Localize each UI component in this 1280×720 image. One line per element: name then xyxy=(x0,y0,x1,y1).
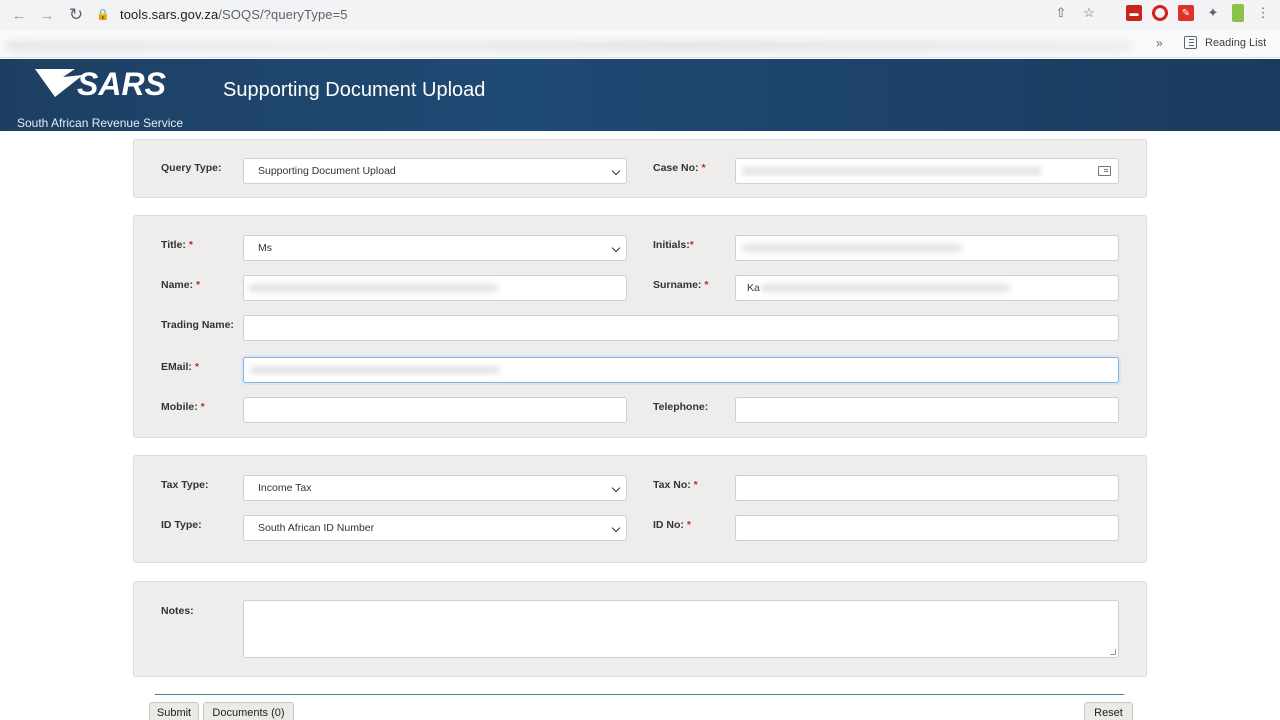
resize-handle-icon[interactable] xyxy=(1110,649,1116,655)
telephone-label: Telephone: xyxy=(653,401,709,413)
surname-value: Ka xyxy=(747,282,760,294)
reading-list-label: Reading List xyxy=(1205,36,1267,49)
query-type-value: Supporting Document Upload xyxy=(258,165,396,177)
logo-wordmark: SARS xyxy=(77,67,167,101)
id-type-select[interactable]: South African ID Number xyxy=(243,515,627,541)
contact-card-icon xyxy=(1098,166,1111,176)
query-panel: Query Type: Supporting Document Upload C… xyxy=(133,139,1147,198)
bookmarks-bar: » Reading List xyxy=(0,30,1280,58)
initials-label: Initials:* xyxy=(653,239,694,251)
mobile-label: Mobile: * xyxy=(161,401,205,413)
notes-textarea[interactable] xyxy=(243,600,1119,658)
title-value: Ms xyxy=(258,242,272,254)
sars-logo: SARS South African Revenue Service xyxy=(17,65,197,130)
tax-type-select[interactable]: Income Tax xyxy=(243,475,627,501)
email-blurred xyxy=(250,366,500,374)
name-blurred xyxy=(248,284,498,292)
extension-green-icon[interactable] xyxy=(1232,4,1244,22)
tax-no-input[interactable] xyxy=(735,475,1119,501)
extension-red-icon[interactable]: ▬ xyxy=(1126,5,1142,21)
notes-panel: Notes: xyxy=(133,581,1147,677)
sars-banner: SARS South African Revenue Service xyxy=(0,59,1280,131)
extension-opera-icon[interactable] xyxy=(1152,5,1168,21)
id-type-label: ID Type: xyxy=(161,519,202,531)
initials-input[interactable] xyxy=(735,235,1119,261)
reset-button[interactable]: Reset xyxy=(1084,702,1133,720)
reading-list-icon xyxy=(1184,36,1197,49)
personal-details-panel: Title: * Ms Initials:* Name: * Surname: … xyxy=(133,215,1147,438)
case-no-blurred xyxy=(742,167,1042,175)
url-host: tools.sars.gov.za xyxy=(120,6,219,22)
surname-input[interactable]: Ka xyxy=(735,275,1119,301)
page-title: Supporting Document Upload xyxy=(223,79,486,101)
bookmarks-more[interactable]: » xyxy=(1156,36,1163,50)
bookmarks-blurred xyxy=(6,40,1131,52)
id-type-value: South African ID Number xyxy=(258,522,375,534)
tax-details-panel: Tax Type: Income Tax Tax No: * ID Type: … xyxy=(133,455,1147,563)
menu-dots-icon[interactable]: ⋮ xyxy=(1254,4,1272,22)
name-label: Name: * xyxy=(161,279,201,291)
lock-icon: 🔒 xyxy=(96,8,110,21)
reading-list-button[interactable]: Reading List xyxy=(1184,36,1266,49)
forward-icon[interactable]: → xyxy=(33,1,61,29)
url-path: /SOQS/?queryType=5 xyxy=(218,6,348,22)
email-label: EMail: * xyxy=(161,361,199,373)
mobile-input[interactable] xyxy=(243,397,627,423)
org-name: South African Revenue Service xyxy=(17,116,184,130)
title-label: Title: * xyxy=(161,239,193,251)
tax-type-label: Tax Type: xyxy=(161,479,209,491)
submit-button[interactable]: Submit xyxy=(149,702,199,720)
notes-label: Notes: xyxy=(161,605,194,617)
trading-name-label: Trading Name: xyxy=(161,319,234,331)
email-input[interactable] xyxy=(243,357,1119,383)
tax-type-value: Income Tax xyxy=(258,482,312,494)
surname-blurred xyxy=(760,284,1010,292)
surname-label: Surname: * xyxy=(653,279,709,291)
tax-no-label: Tax No: * xyxy=(653,479,698,491)
extensions-puzzle-icon[interactable]: ✦ xyxy=(1204,4,1222,22)
telephone-input[interactable] xyxy=(735,397,1119,423)
back-icon[interactable]: ← xyxy=(5,1,33,29)
case-no-input[interactable] xyxy=(735,158,1119,184)
sars-logo-mark: SARS xyxy=(35,67,167,101)
documents-button[interactable]: Documents (0) xyxy=(203,702,294,720)
id-no-label: ID No: * xyxy=(653,519,691,531)
extension-pdf-icon[interactable]: ✎ xyxy=(1178,5,1194,21)
initials-blurred xyxy=(742,244,962,252)
browser-toolbar: ← → ↻ 🔒 tools.sars.gov.za/SOQS/?queryTyp… xyxy=(0,0,1280,30)
trading-name-input[interactable] xyxy=(243,315,1119,341)
id-no-input[interactable] xyxy=(735,515,1119,541)
share-icon[interactable]: ⇧ xyxy=(1052,4,1070,22)
name-input[interactable] xyxy=(243,275,627,301)
address-bar[interactable]: 🔒 tools.sars.gov.za/SOQS/?queryType=5 xyxy=(96,3,1136,25)
bookmark-star-icon[interactable]: ☆ xyxy=(1080,4,1098,22)
query-type-label: Query Type: xyxy=(161,162,222,174)
title-select[interactable]: Ms xyxy=(243,235,627,261)
reload-icon[interactable]: ↻ xyxy=(62,1,90,29)
query-type-select[interactable]: Supporting Document Upload xyxy=(243,158,627,184)
divider xyxy=(155,694,1124,695)
case-no-label: Case No: * xyxy=(653,162,706,174)
